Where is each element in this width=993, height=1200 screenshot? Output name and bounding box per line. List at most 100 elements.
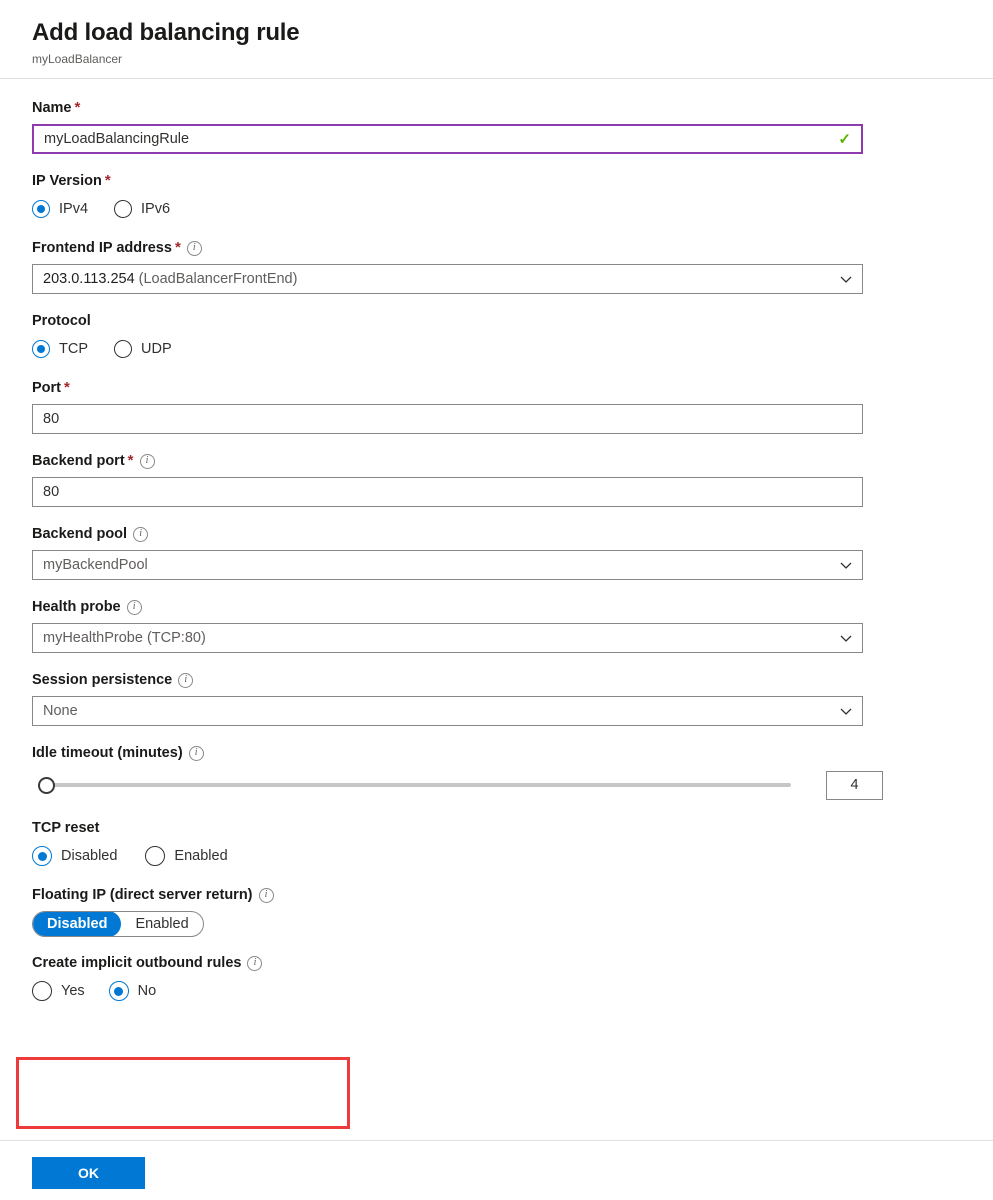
field-implicit-outbound: Create implicit outbound rules i Yes No <box>32 954 993 1003</box>
radio-icon-implicit-no[interactable] <box>109 981 129 1001</box>
radio-icon-tcp-reset-enabled[interactable] <box>145 846 165 866</box>
radio-icon-implicit-yes[interactable] <box>32 981 52 1001</box>
idle-timeout-value-box[interactable]: 4 <box>826 771 883 800</box>
slider-thumb[interactable] <box>38 777 55 794</box>
radio-label-tcp-reset-enabled: Enabled <box>174 848 227 864</box>
label-row-backend-port: Backend port * i <box>32 452 993 470</box>
radio-option-udp[interactable]: UDP <box>114 340 172 358</box>
required-asterisk-backend-port: * <box>128 452 134 470</box>
radio-group-protocol: TCP UDP <box>32 337 993 361</box>
footer-divider <box>0 1140 993 1141</box>
radio-icon-tcp-reset-disabled[interactable] <box>32 846 52 866</box>
field-backend-pool: Backend pool i myBackendPool <box>32 525 993 580</box>
label-row-session-persistence: Session persistence i <box>32 671 993 689</box>
radio-group-implicit-outbound: Yes No <box>32 979 993 1003</box>
label-backend-port: Backend port <box>32 452 125 470</box>
slider-track <box>41 783 791 787</box>
label-row-floating-ip: Floating IP (direct server return) i <box>32 886 993 904</box>
info-icon-idle-timeout[interactable]: i <box>189 746 204 761</box>
radio-icon-ipv6[interactable] <box>114 200 132 218</box>
radio-option-ipv6[interactable]: IPv6 <box>114 200 170 218</box>
field-floating-ip: Floating IP (direct server return) i Dis… <box>32 886 993 937</box>
label-protocol: Protocol <box>32 312 91 330</box>
required-asterisk-name: * <box>75 99 81 117</box>
radio-icon-udp[interactable] <box>114 340 132 358</box>
load-balancing-rule-form: Name * myLoadBalancingRule ✓ IP Version … <box>0 99 993 1003</box>
port-input-value: 80 <box>43 411 59 427</box>
chevron-down-icon[interactable] <box>838 271 854 287</box>
label-row-name: Name * <box>32 99 993 117</box>
backend-port-input[interactable]: 80 <box>32 477 863 507</box>
port-input[interactable]: 80 <box>32 404 863 434</box>
name-input[interactable]: myLoadBalancingRule ✓ <box>32 124 863 154</box>
highlight-box-implicit-outbound <box>16 1057 350 1129</box>
radio-label-tcp: TCP <box>59 341 88 357</box>
frontend-ip-address: 203.0.113.254 <box>43 271 135 287</box>
field-ip-version: IP Version * IPv4 IPv6 <box>32 172 993 221</box>
radio-option-implicit-no[interactable]: No <box>109 981 157 1001</box>
radio-label-implicit-no: No <box>138 983 157 999</box>
info-icon-backend-pool[interactable]: i <box>133 527 148 542</box>
floating-ip-option-disabled[interactable]: Disabled <box>33 911 121 937</box>
name-input-value: myLoadBalancingRule <box>44 131 189 147</box>
idle-timeout-slider[interactable] <box>32 774 807 796</box>
radio-option-ipv4[interactable]: IPv4 <box>32 200 88 218</box>
ok-button[interactable]: OK <box>32 1157 145 1189</box>
label-session-persistence: Session persistence <box>32 671 172 689</box>
label-frontend-ip: Frontend IP address <box>32 239 172 257</box>
radio-label-udp: UDP <box>141 341 172 357</box>
label-implicit-outbound: Create implicit outbound rules <box>32 954 241 972</box>
label-row-implicit-outbound: Create implicit outbound rules i <box>32 954 993 972</box>
radio-option-implicit-yes[interactable]: Yes <box>32 981 85 1001</box>
backend-pool-select[interactable]: myBackendPool <box>32 550 863 580</box>
field-protocol: Protocol TCP UDP <box>32 312 993 361</box>
required-asterisk-ip-version: * <box>105 172 111 190</box>
field-port: Port * 80 <box>32 379 993 434</box>
floating-ip-option-enabled[interactable]: Enabled <box>121 911 202 937</box>
info-icon-session-persistence[interactable]: i <box>178 673 193 688</box>
health-probe-value: myHealthProbe (TCP:80) <box>43 630 206 646</box>
info-icon-implicit-outbound[interactable]: i <box>247 956 262 971</box>
label-row-protocol: Protocol <box>32 312 993 330</box>
radio-icon-tcp[interactable] <box>32 340 50 358</box>
floating-ip-toggle: Disabled Enabled <box>32 911 204 937</box>
info-icon-health-probe[interactable]: i <box>127 600 142 615</box>
label-row-port: Port * <box>32 379 993 397</box>
info-icon-frontend-ip[interactable]: i <box>187 241 202 256</box>
label-port: Port <box>32 379 61 397</box>
field-frontend-ip: Frontend IP address * i 203.0.113.254 (L… <box>32 239 993 294</box>
label-row-ip-version: IP Version * <box>32 172 993 190</box>
backend-port-input-value: 80 <box>43 484 59 500</box>
radio-option-tcp-reset-enabled[interactable]: Enabled <box>145 846 227 866</box>
backend-pool-value: myBackendPool <box>43 557 148 573</box>
info-icon-floating-ip[interactable]: i <box>259 888 274 903</box>
label-health-probe: Health probe <box>32 598 121 616</box>
header-divider <box>0 78 993 79</box>
field-idle-timeout: Idle timeout (minutes) i 4 <box>32 744 993 801</box>
label-ip-version: IP Version <box>32 172 102 190</box>
chevron-down-icon[interactable] <box>838 630 854 646</box>
label-floating-ip: Floating IP (direct server return) <box>32 886 253 904</box>
health-probe-select[interactable]: myHealthProbe (TCP:80) <box>32 623 863 653</box>
field-health-probe: Health probe i myHealthProbe (TCP:80) <box>32 598 993 653</box>
label-idle-timeout: Idle timeout (minutes) <box>32 744 183 762</box>
session-persistence-select[interactable]: None <box>32 696 863 726</box>
label-name: Name <box>32 99 72 117</box>
radio-label-implicit-yes: Yes <box>61 983 85 999</box>
radio-label-ipv6: IPv6 <box>141 201 170 217</box>
info-icon-backend-port[interactable]: i <box>140 454 155 469</box>
page-title: Add load balancing rule <box>32 18 993 48</box>
radio-option-tcp-reset-disabled[interactable]: Disabled <box>32 846 117 866</box>
chevron-down-icon[interactable] <box>838 557 854 573</box>
chevron-down-icon[interactable] <box>838 703 854 719</box>
radio-group-ip-version: IPv4 IPv6 <box>32 197 993 221</box>
idle-timeout-slider-row: 4 <box>32 769 993 801</box>
required-asterisk-port: * <box>64 379 70 397</box>
field-session-persistence: Session persistence i None <box>32 671 993 726</box>
label-row-health-probe: Health probe i <box>32 598 993 616</box>
radio-icon-ipv4[interactable] <box>32 200 50 218</box>
label-row-frontend-ip: Frontend IP address * i <box>32 239 993 257</box>
radio-label-tcp-reset-disabled: Disabled <box>61 848 117 864</box>
frontend-ip-select[interactable]: 203.0.113.254 (LoadBalancerFrontEnd) <box>32 264 863 294</box>
radio-option-tcp[interactable]: TCP <box>32 340 88 358</box>
